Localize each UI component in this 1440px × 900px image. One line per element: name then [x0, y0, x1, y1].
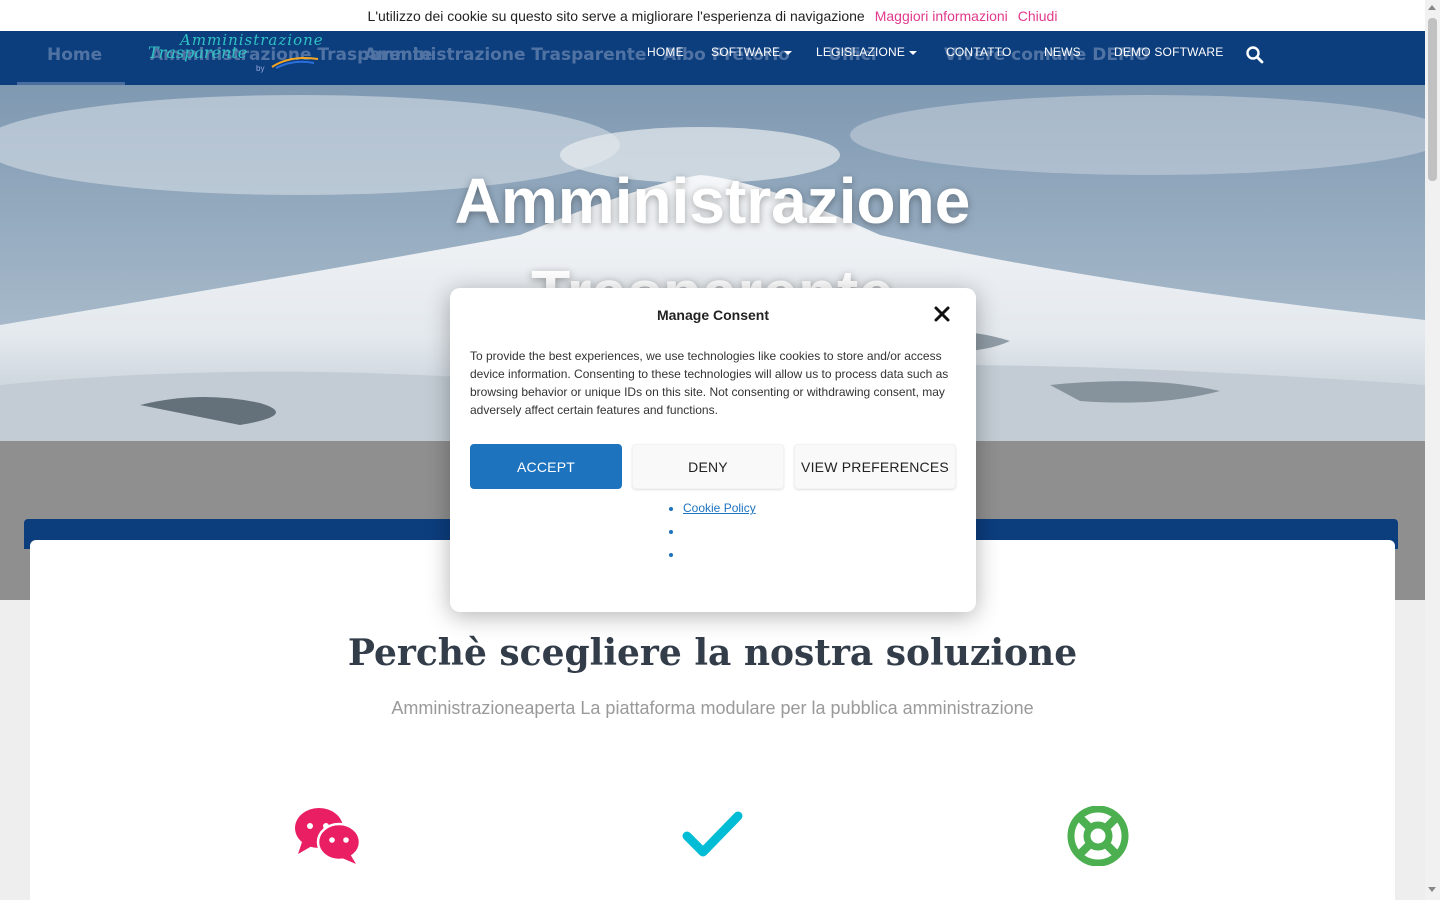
- nav-home-label: HOME: [647, 45, 684, 59]
- scroll-down-arrow-icon[interactable]: [1428, 887, 1436, 892]
- caret-down-icon: [909, 50, 918, 55]
- background-menu-underline: [17, 82, 125, 85]
- site-logo[interactable]: Amministrazione Trasparente by: [148, 31, 328, 85]
- nav-contatto-label: CONTATTO: [946, 45, 1012, 59]
- nav-demo-software[interactable]: DEMO SOFTWARE: [1114, 45, 1224, 59]
- cookie-close-link[interactable]: Chiudi: [1018, 8, 1058, 24]
- nav-news-label: NEWS: [1044, 45, 1081, 59]
- nav-software[interactable]: SOFTWARE: [711, 45, 793, 59]
- cookie-policy-link[interactable]: Cookie Policy: [683, 501, 756, 515]
- background-menu-home: Home: [47, 45, 103, 65]
- modal-links-list: Cookie Policy: [450, 501, 976, 570]
- nav-home[interactable]: HOME: [647, 45, 684, 59]
- nav-legislazione[interactable]: LEGISLAZIONE: [816, 45, 918, 59]
- section-subtitle: Amministrazioneaperta La piattaforma mod…: [391, 698, 1034, 718]
- nav-software-label: SOFTWARE: [711, 45, 781, 59]
- nav-contatto[interactable]: CONTATTO: [946, 45, 1012, 59]
- scroll-up-arrow-icon[interactable]: [1428, 5, 1436, 10]
- close-icon[interactable]: [932, 304, 952, 324]
- logo-swoosh-icon: [271, 57, 319, 69]
- page-scrollbar[interactable]: [1425, 0, 1440, 900]
- logo-line2: Trasparente: [148, 43, 248, 62]
- accept-button[interactable]: ACCEPT: [470, 444, 622, 489]
- scrollbar-thumb[interactable]: [1428, 18, 1437, 181]
- view-preferences-button[interactable]: VIEW PREFERENCES: [794, 444, 956, 489]
- consent-modal: Manage Consent To provide the best exper…: [450, 288, 976, 612]
- caret-down-icon: [784, 50, 793, 55]
- nav-legislazione-label: LEGISLAZIONE: [816, 45, 906, 59]
- list-item: Cookie Policy: [683, 501, 976, 524]
- nav-news[interactable]: NEWS: [1044, 45, 1081, 59]
- search-icon[interactable]: [1245, 45, 1265, 65]
- hero-title-line1: Amministrazione: [454, 165, 971, 237]
- background-menu-item: Amministrazione Trasparente: [364, 45, 647, 65]
- navbar: Home Amministrazione Trasparente Amminis…: [0, 31, 1425, 85]
- lifebuoy-icon: [1067, 806, 1129, 866]
- section-title: Perchè scegliere la nostra soluzione: [347, 632, 1078, 674]
- modal-title: Manage Consent: [656, 307, 769, 323]
- cookie-bar: L'utilizzo dei cookie su questo sito ser…: [0, 0, 1425, 31]
- chat-bubbles-icon: [295, 808, 362, 864]
- cookie-bar-message: L'utilizzo dei cookie su questo sito ser…: [367, 7, 865, 24]
- logo-line3: by: [256, 64, 265, 73]
- checkmark-icon: [682, 811, 743, 857]
- modal-description: To provide the best experiences, we use …: [470, 349, 949, 417]
- nav-demo-software-label: DEMO SOFTWARE: [1114, 45, 1224, 59]
- deny-button[interactable]: DENY: [632, 444, 784, 489]
- list-item: [683, 524, 976, 547]
- cookie-more-info-link[interactable]: Maggiori informazioni: [875, 8, 1008, 24]
- list-item: [683, 547, 976, 570]
